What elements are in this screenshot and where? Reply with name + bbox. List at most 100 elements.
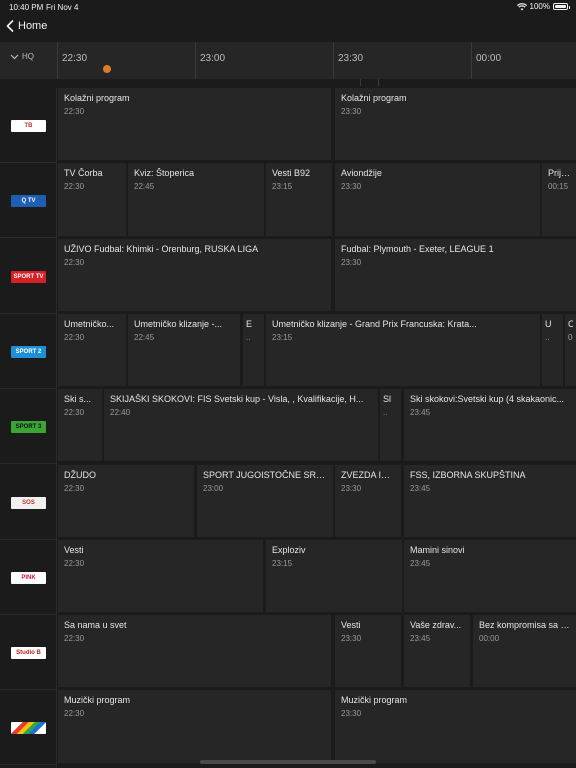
- program-time: 22:30: [64, 558, 85, 568]
- program-cell[interactable]: Bez kompromisa sa Igor 00:00: [473, 615, 576, 688]
- program-title: UŽIVO Fudbal: Khimki - Orenburg, RUSKA L…: [64, 243, 259, 254]
- channel-logo: ТВ: [11, 120, 46, 132]
- channel-row[interactable]: SPORT 3: [0, 389, 57, 465]
- channel-row[interactable]: ТВ: [0, 88, 57, 163]
- program-cell[interactable]: Vesti 23:30: [335, 615, 401, 688]
- program-cell[interactable]: DŽUDO 22:30: [58, 464, 194, 537]
- program-time: 23:45: [410, 483, 431, 493]
- program-cell[interactable]: Kolažni program 23:30: [335, 88, 576, 161]
- slot-divider: [333, 42, 334, 79]
- channel-row[interactable]: SOS: [0, 465, 57, 540]
- program-time: 22:30: [64, 634, 85, 644]
- quality-label: HQ: [22, 52, 34, 61]
- program-title: Vaše zdrav...: [410, 620, 462, 631]
- program-cell[interactable]: Sa nama u svet 22:30: [58, 615, 331, 688]
- program-time: 22:30: [64, 332, 85, 342]
- program-cell[interactable]: SKIJAŠKI SKOKOVI: FIS Svetski kup - Visl…: [104, 389, 378, 462]
- channel-row[interactable]: [0, 690, 57, 766]
- program-title: Vesti: [341, 620, 361, 631]
- program-cell[interactable]: Umetničko klizanje -... 22:45: [128, 313, 240, 387]
- program-cell[interactable]: Kolažni program 22:30: [58, 88, 331, 161]
- chevron-left-icon: [6, 20, 14, 32]
- program-time: 23:30: [341, 107, 362, 116]
- channel-row[interactable]: PINK: [0, 540, 57, 615]
- time-slot: 23:30: [338, 53, 364, 64]
- program-title: Muzički program: [341, 695, 408, 706]
- program-time: 22:30: [64, 709, 85, 719]
- program-cell[interactable]: E..: [243, 313, 264, 387]
- program-title: Umetničko klizanje - Grand Prix Francusk…: [272, 318, 477, 329]
- battery-icon: [553, 3, 570, 10]
- timeline-header: HQ 22:30 23:00 23:30 00:00: [0, 42, 576, 79]
- program-cell[interactable]: Prijate 00:15: [542, 163, 576, 236]
- time-slot: 00:00: [476, 53, 502, 64]
- program-cell[interactable]: U..: [542, 313, 563, 387]
- program-cell[interactable]: Fudbal: Plymouth - Exeter, LEAGUE 1 23:30: [335, 238, 576, 311]
- program-cell[interactable]: Umetničko... 22:30: [58, 313, 126, 387]
- chevron-down-icon: [10, 54, 19, 59]
- program-title: E: [246, 318, 253, 329]
- time-slot: 23:00: [200, 53, 226, 64]
- program-cell[interactable]: Kviz: Štoperica 22:45: [128, 163, 264, 236]
- program-title: Kolažni program: [64, 93, 130, 103]
- program-time: 23:45: [410, 634, 431, 644]
- back-button[interactable]: Home: [6, 20, 47, 32]
- program-time: 22:30: [64, 408, 85, 418]
- program-time: ..: [545, 332, 550, 342]
- program-cell[interactable]: Vaše zdrav... 23:45: [404, 615, 470, 688]
- program-time: 22:30: [64, 483, 85, 493]
- program-cell[interactable]: Vesti 22:30: [58, 539, 263, 613]
- channel-logo: Studio B: [11, 647, 46, 660]
- program-cell[interactable]: Aviondžije 23:30: [335, 163, 540, 236]
- program-cell[interactable]: Mamini sinovi 23:45: [404, 539, 576, 613]
- program-cell[interactable]: Exploziv 23:15: [266, 539, 402, 613]
- program-cell[interactable]: Ski skokovi:Svetski kup (4 skakaonic... 2…: [404, 389, 576, 462]
- program-cell[interactable]: Ski s... 22:30: [58, 389, 102, 462]
- slot-divider: [57, 42, 58, 79]
- channel-row[interactable]: Studio B: [0, 615, 57, 691]
- program-cell[interactable]: UŽIVO Fudbal: Khimki - Orenburg, RUSKA L…: [58, 238, 331, 311]
- program-title: O: [568, 319, 573, 329]
- battery-level: [555, 5, 566, 8]
- channel-logo: SOS: [11, 496, 46, 509]
- program-cell[interactable]: TV Čorba 22:30: [58, 163, 126, 236]
- wifi-icon: [516, 2, 527, 10]
- channel-row[interactable]: SPORT TV: [0, 239, 57, 314]
- program-time: 22:45: [134, 332, 155, 342]
- home-indicator: [200, 760, 376, 764]
- program-cell[interactable]: ZVEZDA ILI... 23:30: [335, 464, 401, 537]
- program-time: 23:45: [410, 408, 431, 418]
- program-time: ..: [246, 332, 251, 342]
- status-date: Fri Nov 4: [46, 3, 79, 12]
- program-cell[interactable]: Umetničko klizanje - Grand Prix Francusk…: [266, 313, 540, 387]
- program-title: FSS, IZBORNA SKUPŠTINA: [410, 469, 526, 480]
- channel-logo: Q TV: [11, 195, 46, 208]
- program-title: Umetničko...: [64, 318, 115, 329]
- program-cell[interactable]: Muzički program 23:30: [335, 690, 576, 763]
- program-title: SKIJAŠKI SKOKOVI: FIS Svetski kup - Visl…: [110, 394, 364, 405]
- program-cell[interactable]: Vesti B92 23:15: [266, 163, 332, 236]
- program-title: Sl: [383, 394, 392, 405]
- program-cell[interactable]: O 00: [565, 313, 576, 387]
- program-time: 23:00: [203, 483, 224, 493]
- channel-row[interactable]: Q TV: [0, 163, 57, 239]
- program-title: Fudbal: Plymouth - Exeter, LEAGUE 1: [341, 243, 494, 254]
- program-title: SPORT JUGOISTOČNE SRBIJE: [203, 469, 327, 480]
- program-time: 23:30: [341, 634, 362, 644]
- status-time: 10:40 PM: [9, 3, 44, 12]
- program-title: Kviz: Štoperica: [134, 168, 195, 179]
- program-title: Sa nama u svet: [64, 620, 127, 631]
- quality-selector[interactable]: HQ: [10, 52, 34, 61]
- program-cell[interactable]: FSS, IZBORNA SKUPŠTINA 23:45: [404, 464, 576, 537]
- program-title: U: [545, 318, 552, 329]
- program-cell[interactable]: SPORT JUGOISTOČNE SRBIJE 23:00: [197, 464, 333, 537]
- status-right: 100%: [516, 2, 570, 11]
- program-cell[interactable]: Sl..: [380, 389, 401, 462]
- program-time: 23:30: [341, 483, 362, 493]
- program-time: 23:15: [272, 332, 293, 342]
- program-time: 23:15: [272, 182, 293, 192]
- program-cell[interactable]: Muzički program 22:30: [58, 690, 331, 763]
- channel-row[interactable]: SPORT 2: [0, 314, 57, 389]
- program-time: 23:30: [341, 709, 362, 719]
- program-title: Aviondžije: [341, 168, 382, 179]
